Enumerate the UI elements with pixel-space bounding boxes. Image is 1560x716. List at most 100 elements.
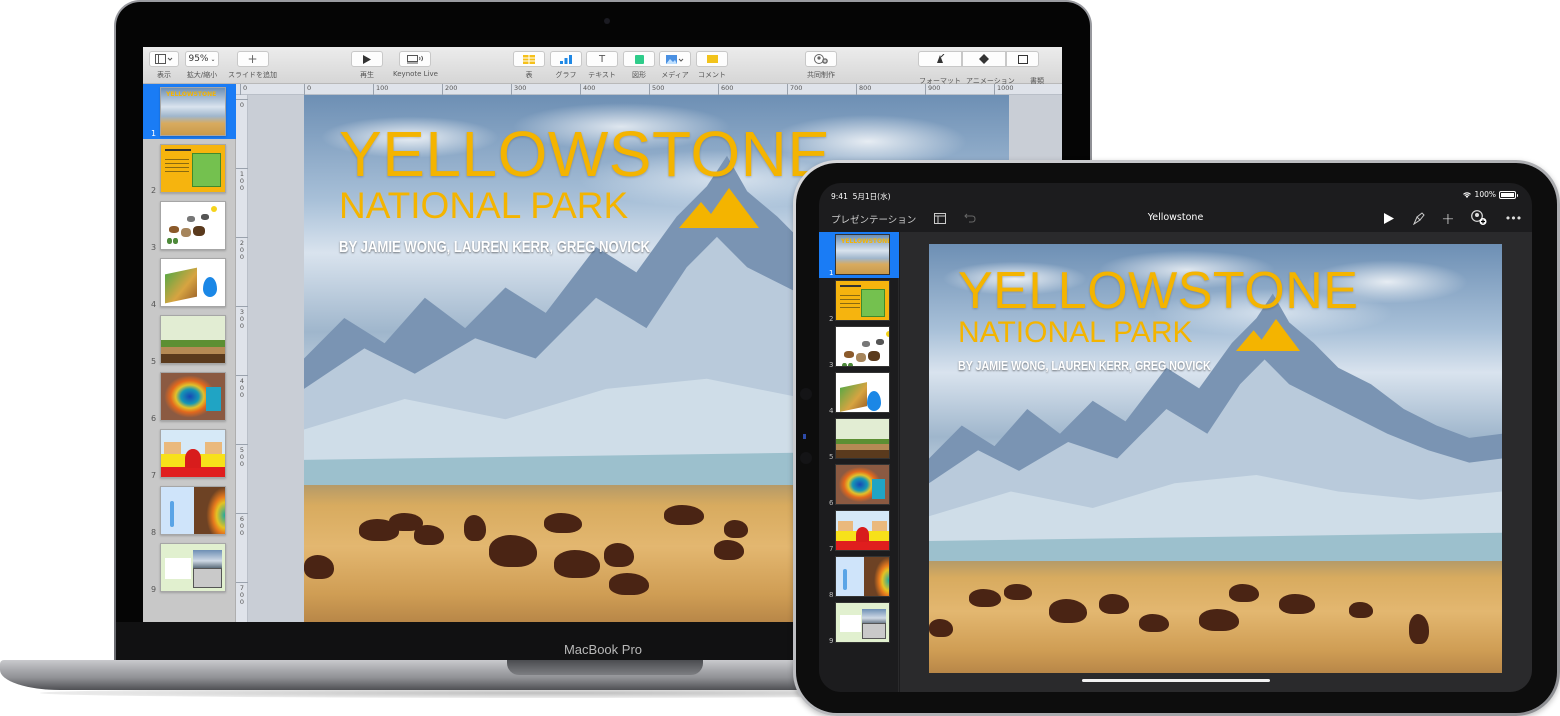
slide-thumbnail-row[interactable]: 7 <box>819 508 899 554</box>
comment-button[interactable]: コメント <box>696 51 728 80</box>
slide-thumbnail[interactable] <box>160 201 226 250</box>
slide-thumbnail-row[interactable]: 8 <box>143 483 236 538</box>
slide-thumbnail[interactable] <box>835 556 890 597</box>
ruler-tick-label: 400 <box>236 375 248 399</box>
slide-number: 4 <box>829 407 834 415</box>
format-brush-icon <box>918 51 962 67</box>
ruler-tick-label: 0 <box>236 99 248 109</box>
ipad-connector <box>803 434 806 439</box>
play-label: 再生 <box>360 71 374 79</box>
slide-thumbnail[interactable]: YELLOWSTONE <box>160 87 226 136</box>
slide-thumbnail-row[interactable]: 9 <box>143 540 236 595</box>
chart-button[interactable]: グラフ <box>550 51 582 80</box>
slide-thumbnail[interactable] <box>835 464 890 505</box>
slide-thumbnail-row[interactable]: 3 <box>143 198 236 253</box>
toolbar: 表示 95% ⌄ 拡大/縮小 + スライドを追加 再生 Keynote Live … <box>143 47 1062 85</box>
plus-icon[interactable]: + <box>1440 209 1456 228</box>
ruler-tick-label: 200 <box>236 237 248 261</box>
keynote-live-button[interactable]: Keynote Live <box>393 51 438 78</box>
ruler-tick-label: 500 <box>236 444 248 468</box>
slide-thumbnail-row[interactable]: 6 <box>143 369 236 424</box>
slide-byline: BY JAMIE WONG, LAUREN KERR, GREG NOVICK <box>958 358 1211 373</box>
horizontal-ruler: 0 0 100 200 300 400 500 600 700 800 900 1000 <box>236 84 1062 95</box>
text-button[interactable]: T テキスト <box>586 51 618 80</box>
zoom-select[interactable]: 95% ⌄ <box>185 51 219 67</box>
shape-button[interactable]: 図形 <box>623 51 655 80</box>
zoom-label: 拡大/縮小 <box>186 71 218 79</box>
table-label: 表 <box>525 71 533 79</box>
slide-number: 6 <box>829 499 834 507</box>
ruler-tick-label: 700 <box>787 84 802 95</box>
ruler-tick-label: 0 <box>240 84 247 95</box>
slide-number: 2 <box>151 186 157 195</box>
slide-thumbnail-row[interactable]: 9 <box>819 600 899 646</box>
slide-navigator: + 1YELLOWSTONE23456789 <box>819 232 899 692</box>
mountain-logo-icon <box>679 188 759 228</box>
slide-thumbnail-row[interactable]: 4 <box>143 255 236 310</box>
keynote-ipad-window: 9:41 5月1日(水) 100% プレゼンテーション Yellowstone … <box>819 183 1532 692</box>
table-button[interactable]: 表 <box>513 51 545 80</box>
slide-title: YELLOWSTONE <box>958 262 1359 320</box>
current-slide[interactable]: YELLOWSTONE NATIONAL PARK BY JAMIE WONG,… <box>929 244 1502 673</box>
product-shot: MacBook Pro 表示 95% ⌄ 拡大/縮小 + スライドを追加 再生 … <box>0 0 1560 716</box>
slide-thumbnail-row[interactable]: 1 YELLOWSTONE <box>143 84 236 139</box>
slide-subtitle: NATIONAL PARK <box>339 185 629 226</box>
thumb-title: YELLOWSTONE <box>166 91 217 98</box>
ruler-tick-label: 800 <box>856 84 871 95</box>
slide-subtitle: NATIONAL PARK <box>958 316 1193 349</box>
status-bar: 9:41 5月1日(水) 100% <box>819 183 1532 205</box>
slide-thumbnail[interactable] <box>160 543 226 592</box>
slide-thumbnail-row[interactable]: 6 <box>819 462 899 508</box>
play-icon[interactable] <box>1381 210 1397 226</box>
slide-byline: BY JAMIE WONG, LAUREN KERR, GREG NOVICK <box>339 239 651 256</box>
ruler-tick-label: 200 <box>442 84 457 95</box>
zoom-button[interactable]: 95% ⌄ 拡大/縮小 <box>185 51 219 80</box>
battery-icon <box>1499 190 1518 199</box>
home-indicator[interactable] <box>1082 679 1270 682</box>
text-label: テキスト <box>588 71 616 79</box>
collaborate-button[interactable]: 共同制作 <box>805 51 837 80</box>
slide-thumbnail[interactable] <box>835 326 890 367</box>
more-icon[interactable]: ••• <box>1505 210 1522 226</box>
slide-thumbnail[interactable] <box>835 280 890 321</box>
slide-thumbnail[interactable] <box>835 510 890 551</box>
media-button[interactable]: メディア <box>659 51 691 80</box>
slide-thumbnail[interactable] <box>160 372 226 421</box>
slide-thumbnail-row[interactable]: 5 <box>143 312 236 367</box>
slide-thumbnail[interactable]: YELLOWSTONE <box>835 234 890 275</box>
view-button[interactable]: 表示 <box>149 51 179 80</box>
chevron-down-icon: ⌄ <box>210 55 216 63</box>
shape-icon <box>623 51 655 67</box>
slide-thumbnail-row[interactable]: 4 <box>819 370 899 416</box>
add-slide-button[interactable]: + スライドを追加 <box>228 51 277 80</box>
slide-thumbnail-row[interactable]: 2 <box>819 278 899 324</box>
slide-number: 8 <box>151 528 157 537</box>
ruler-tick-label: 0 <box>304 84 311 95</box>
slide-thumbnail[interactable] <box>160 429 226 478</box>
play-button[interactable]: 再生 <box>351 51 383 80</box>
slide-thumbnail-row[interactable]: 2 <box>143 141 236 196</box>
ipad-magnet-dot <box>800 452 812 464</box>
slide-thumbnail[interactable] <box>160 258 226 307</box>
slide-thumbnail-row[interactable]: 3 <box>819 324 899 370</box>
text-icon: T <box>586 51 618 67</box>
slide-thumbnail[interactable] <box>160 486 226 535</box>
slide-thumbnail-row[interactable]: 1 YELLOWSTONE <box>819 232 899 278</box>
collaborate-icon[interactable] <box>1471 210 1487 226</box>
slide-thumbnail-row[interactable]: 7 <box>143 426 236 481</box>
slide-thumbnail[interactable] <box>160 315 226 364</box>
view-label: 表示 <box>157 71 171 79</box>
slide-number: 7 <box>829 545 834 553</box>
format-brush-icon[interactable] <box>1410 210 1426 226</box>
slide-thumbnail-row[interactable]: 8 <box>819 554 899 600</box>
slide-thumbnail[interactable] <box>835 418 890 459</box>
ruler-tick-label: 100 <box>373 84 388 95</box>
slide-thumbnail[interactable] <box>160 144 226 193</box>
slide-thumbnail[interactable] <box>835 602 890 643</box>
slide-thumbnail[interactable] <box>835 372 890 413</box>
keynote-live-icon <box>399 51 432 67</box>
slide-thumbnail-row[interactable]: 5 <box>819 416 899 462</box>
slide-number: 4 <box>151 300 157 309</box>
thumb-title: YELLOWSTONE <box>841 238 890 245</box>
format-button[interactable] <box>918 51 1039 67</box>
